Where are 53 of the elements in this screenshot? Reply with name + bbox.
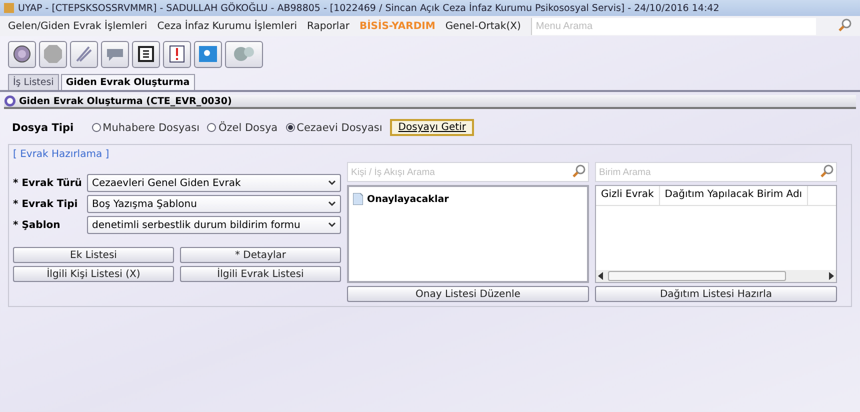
search-icon[interactable]	[572, 164, 586, 178]
action-button[interactable]: * Detaylar	[180, 247, 341, 263]
action-button[interactable]: Ek Listesi	[13, 247, 174, 263]
dropdown[interactable]: Boş Yazışma Şablonu	[87, 195, 341, 213]
document-icon	[136, 44, 156, 64]
menu-search-field[interactable]: Menu Arama	[530, 18, 816, 34]
tab[interactable]: İş Listesi	[8, 74, 59, 90]
menu-item[interactable]: Raporlar	[307, 20, 350, 32]
column-header: Dağıtım Yapılacak Birim Adı	[660, 186, 808, 205]
radio-button[interactable]	[207, 123, 216, 132]
search-icon[interactable]	[838, 18, 852, 32]
fetch-button[interactable]: Dosyayı Getir	[390, 119, 474, 136]
dropdown[interactable]: denetimli serbestlik durum bildirim formu	[87, 216, 341, 234]
menu-item[interactable]: Gelen/Giden Evrak İşlemleri	[8, 20, 148, 32]
stop-icon	[43, 44, 63, 64]
action-button[interactable]: Dağıtım Listesi Hazırla	[595, 286, 837, 302]
toolbar-button[interactable]	[163, 40, 191, 68]
search-field[interactable]: Birim Arama	[595, 162, 837, 182]
field-label: Dosya Tipi	[12, 122, 74, 134]
toolbar-button[interactable]	[8, 40, 36, 68]
action-button[interactable]: İlgili Evrak Listesi	[180, 266, 341, 282]
right-arrow-icon	[826, 271, 836, 281]
action-button[interactable]: İlgili Kişi Listesi (X)	[13, 266, 174, 282]
dropdown[interactable]: Cezaevleri Genel Giden Evrak	[87, 174, 341, 192]
radio-option[interactable]: Özel Dosya	[207, 122, 278, 134]
search-field[interactable]: Kişi / İş Akışı Arama	[347, 162, 589, 182]
tab[interactable]: Giden Evrak Oluşturma	[60, 74, 195, 90]
search-icon[interactable]	[820, 164, 834, 178]
alert-icon	[167, 44, 187, 64]
scroll-bar[interactable]	[596, 270, 836, 282]
caret-icon	[328, 222, 336, 228]
file-icon	[353, 193, 363, 205]
toolbar-button[interactable]	[132, 40, 160, 68]
list-item[interactable]: Onaylayacaklar	[367, 194, 449, 204]
menu-item[interactable]: Genel-Ortak(X)	[445, 20, 521, 32]
menu-item[interactable]: Ceza İnfaz Kurumu İşlemleri	[157, 20, 297, 32]
section-title: Giden Evrak Oluşturma (CTE_EVR_0030)	[19, 96, 232, 106]
caret-icon	[328, 180, 336, 186]
action-button[interactable]: Onay Listesi Düzenle	[347, 286, 589, 302]
column-header: Gizli Evrak	[596, 186, 660, 205]
field-label: * Şablon	[13, 220, 62, 230]
caret-icon	[328, 201, 336, 207]
window-title: UYAP - [CTEPSKSOSSRVMMR] - SADULLAH GÖKOĞLU - AB98805 - [1022469 / Sincan Açık Ceza İnfaz Kurumu Psikososyal Servis] - 24/10/2016 14:42	[18, 2, 720, 14]
field-label: * Evrak Türü	[13, 178, 83, 188]
radio-option[interactable]: Muhabere Dosyası	[92, 122, 200, 134]
app-icon	[4, 3, 14, 13]
radio-option[interactable]: Cezaevi Dosyası	[286, 122, 382, 134]
radio-button[interactable]	[92, 123, 101, 132]
section-icon	[4, 95, 16, 107]
group-title: [ Evrak Hazırlama ]	[13, 149, 110, 160]
radio-button[interactable]	[286, 123, 295, 132]
field-label: * Evrak Tipi	[13, 198, 79, 210]
left-arrow-icon	[596, 271, 606, 281]
